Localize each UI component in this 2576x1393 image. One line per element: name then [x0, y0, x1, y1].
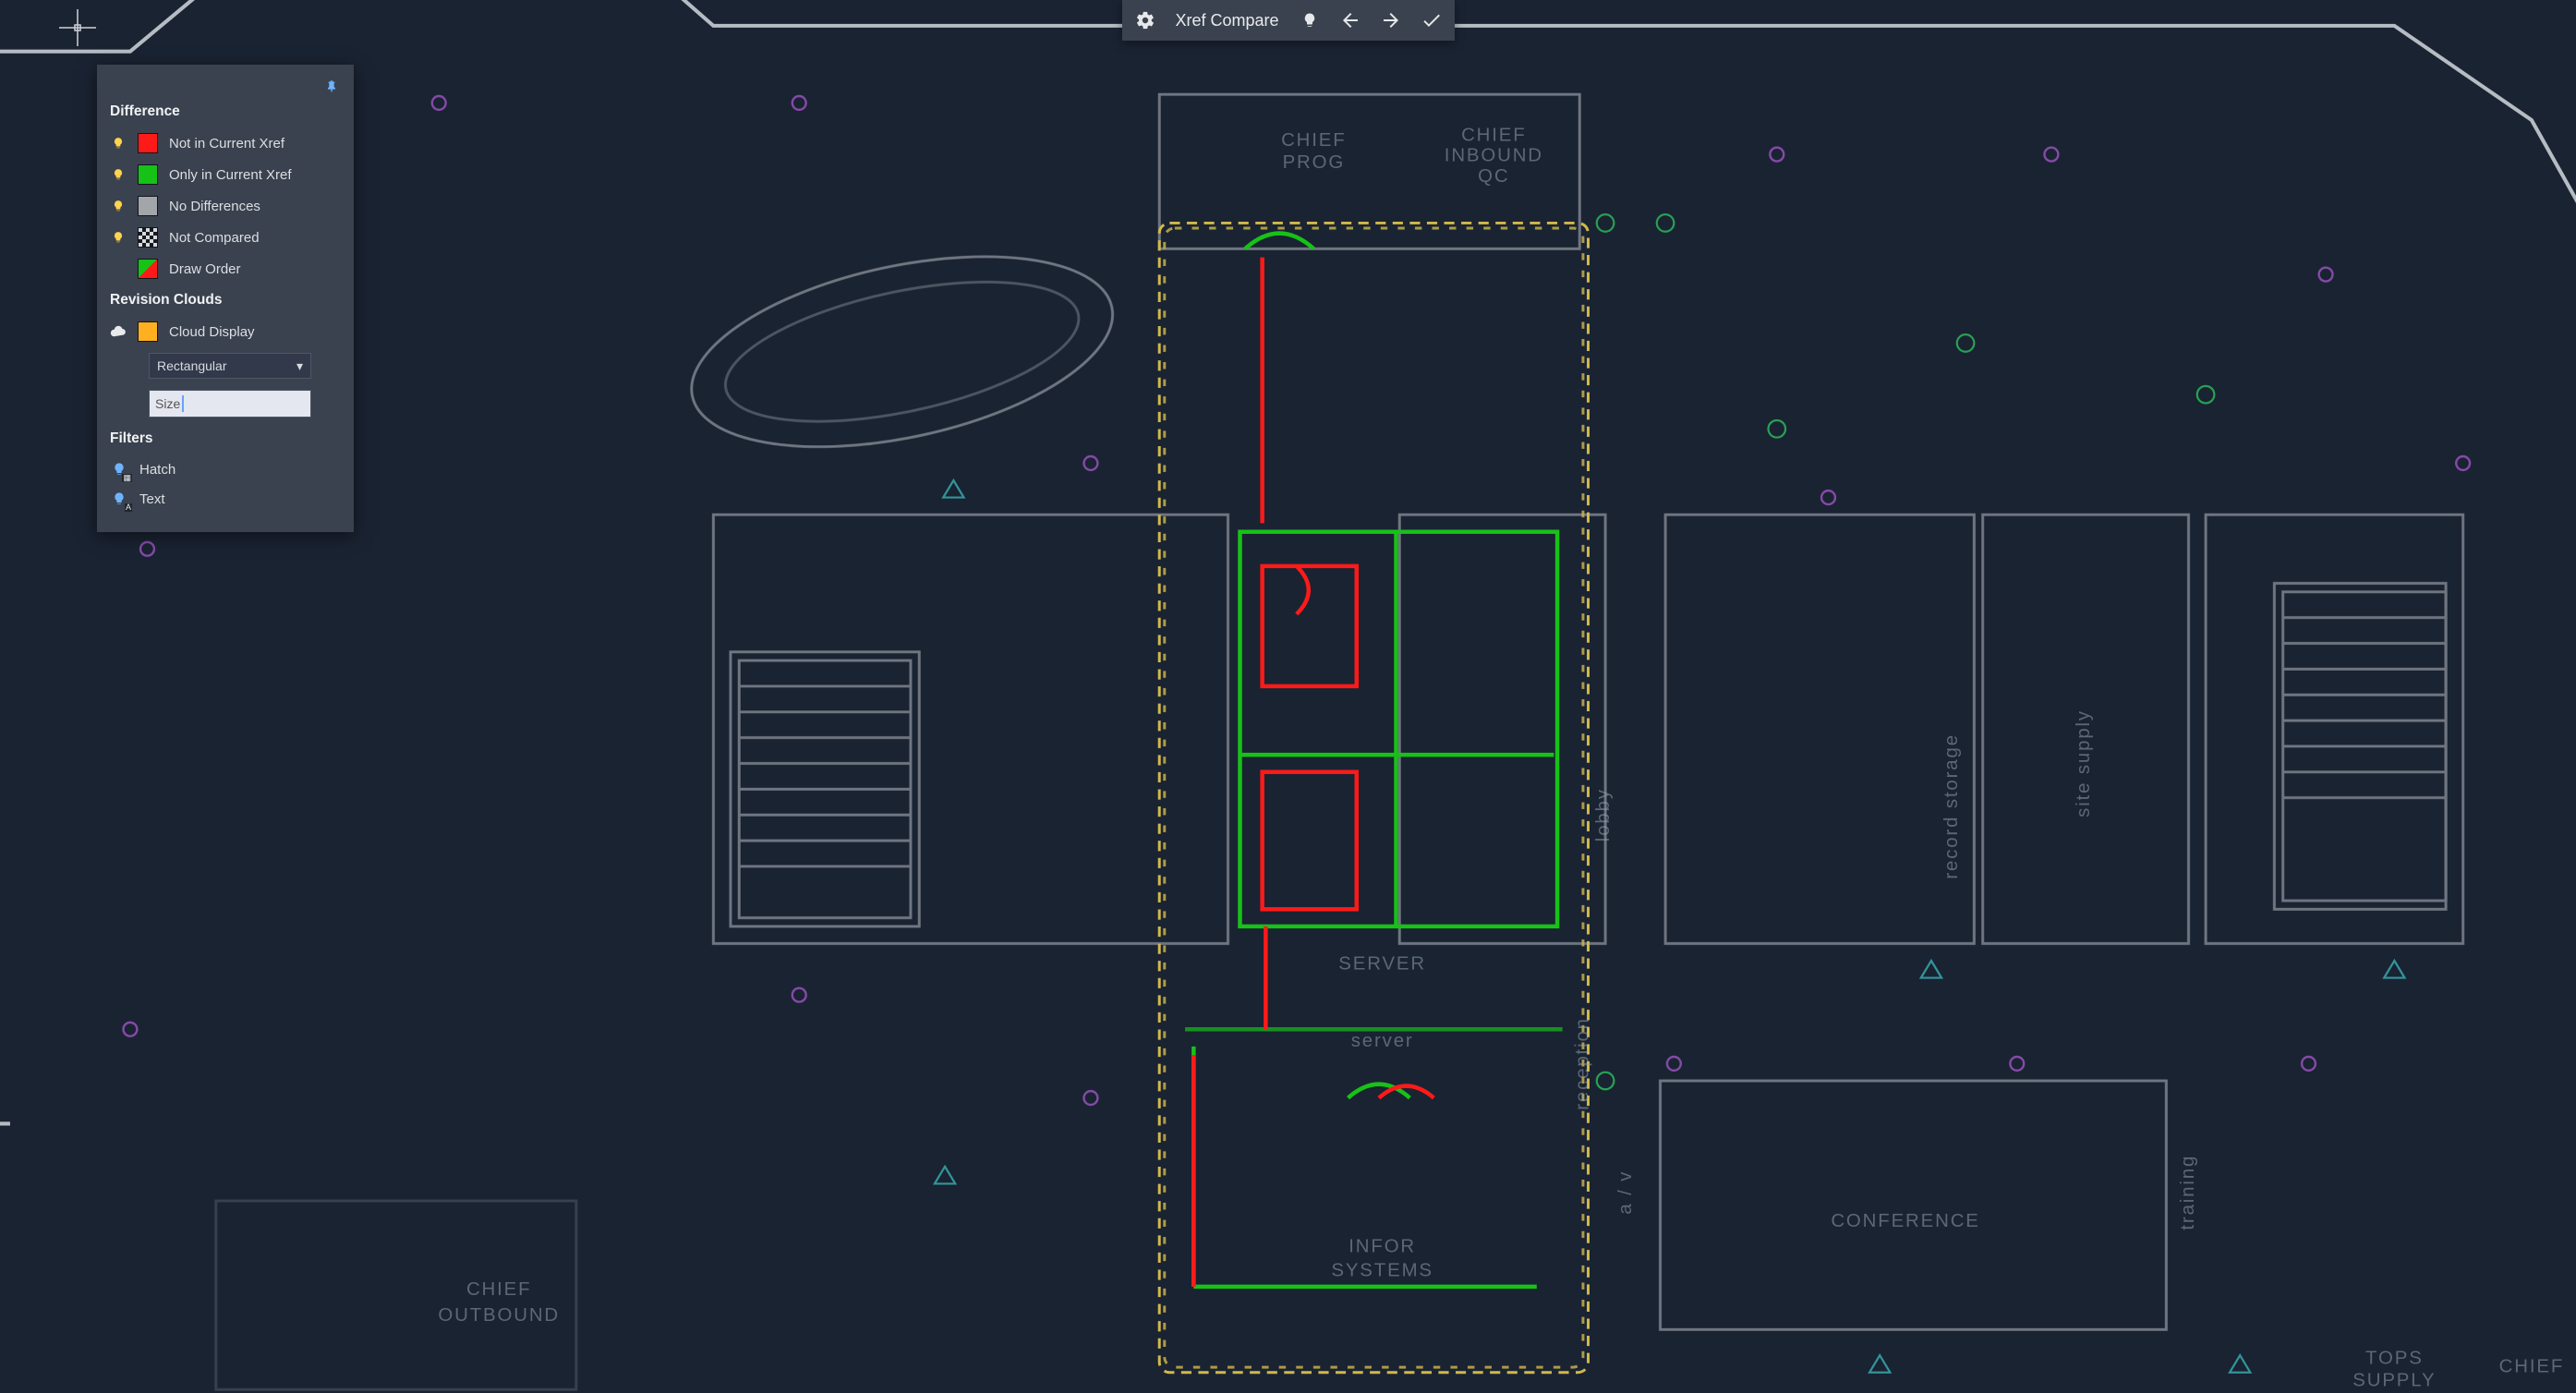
pushpin-icon[interactable]: [322, 78, 341, 96]
cloud-shape-row: Rectangular ▾: [110, 347, 341, 384]
bulb-icon[interactable]: [110, 198, 127, 214]
legend-label: Not in Current Xref: [169, 136, 284, 151]
bulb-icon[interactable]: [110, 135, 127, 151]
drawing-canvas[interactable]: CHIEFPROG CHIEFINBOUNDQC lobby record st…: [0, 0, 2576, 1393]
cloud-display-row[interactable]: Cloud Display: [110, 316, 341, 347]
filter-text[interactable]: A Text: [110, 484, 341, 514]
section-heading-revision-clouds: Revision Clouds: [110, 292, 341, 309]
section-heading-filters: Filters: [110, 430, 341, 447]
text-sub-icon: A: [125, 503, 132, 512]
svg-text:site supply: site supply: [2074, 709, 2094, 818]
xref-compare-toolbar: Xref Compare: [1121, 0, 1454, 41]
svg-text:INBOUND: INBOUND: [1445, 146, 1543, 166]
swatch-gray[interactable]: [138, 196, 158, 216]
svg-text:CHIEF: CHIEF: [2499, 1357, 2565, 1377]
svg-text:record storage: record storage: [1941, 733, 1962, 879]
swatch-green[interactable]: [138, 164, 158, 185]
svg-text:CHIEF: CHIEF: [1461, 125, 1527, 145]
swatch-checker[interactable]: [138, 227, 158, 248]
cloud-display-label: Cloud Display: [169, 324, 255, 340]
next-change-button[interactable]: [1377, 6, 1405, 34]
toggle-visibility-button[interactable]: [1296, 6, 1324, 34]
swatch-yellow[interactable]: [138, 321, 158, 342]
svg-text:TOPS: TOPS: [2365, 1348, 2424, 1368]
svg-text:training: training: [2178, 1155, 2198, 1230]
svg-text:lobby: lobby: [1593, 788, 1614, 842]
compare-settings-panel: Difference Not in Current Xref Only in C…: [97, 65, 354, 532]
cloud-size-row: Size: [110, 384, 341, 423]
previous-change-button[interactable]: [1336, 6, 1364, 34]
cloud-size-input[interactable]: Size: [149, 390, 311, 418]
svg-text:CHIEF: CHIEF: [466, 1279, 532, 1300]
text-caret: [182, 395, 184, 412]
select-value: Rectangular: [157, 358, 227, 373]
svg-text:SYSTEMS: SYSTEMS: [1331, 1261, 1433, 1281]
svg-text:INFOR: INFOR: [1348, 1237, 1416, 1257]
svg-text:reception: reception: [1573, 1017, 1593, 1110]
bulb-text-icon[interactable]: A: [110, 490, 128, 508]
legend-label: Draw Order: [169, 261, 241, 277]
filter-label: Hatch: [139, 462, 175, 478]
svg-text:SUPPLY: SUPPLY: [2352, 1371, 2436, 1391]
legend-not-compared[interactable]: Not Compared: [110, 222, 341, 253]
legend-no-diff[interactable]: No Differences: [110, 190, 341, 222]
legend-draw-order[interactable]: Draw Order: [110, 253, 341, 285]
svg-text:CHIEF: CHIEF: [1281, 130, 1347, 151]
hatch-sub-icon: ▦: [122, 474, 132, 482]
svg-text:OUTBOUND: OUTBOUND: [438, 1305, 560, 1326]
svg-text:PROG: PROG: [1283, 152, 1346, 173]
swatch-red[interactable]: [138, 133, 158, 153]
cloud-toggle-icon[interactable]: [110, 323, 127, 340]
size-label: Size: [155, 396, 180, 411]
swatch-draw-order[interactable]: [138, 259, 158, 279]
legend-label: No Differences: [169, 199, 260, 214]
legend-label: Only in Current Xref: [169, 167, 292, 183]
svg-text:server: server: [1351, 1031, 1414, 1051]
legend-label: Not Compared: [169, 230, 260, 246]
settings-button[interactable]: [1131, 6, 1158, 34]
svg-text:CONFERENCE: CONFERENCE: [1831, 1211, 1979, 1231]
legend-not-in-current[interactable]: Not in Current Xref: [110, 127, 341, 159]
accept-button[interactable]: [1418, 6, 1445, 34]
svg-text:a / v: a / v: [1615, 1170, 1636, 1215]
bulb-icon[interactable]: [110, 166, 127, 183]
bulb-icon[interactable]: [110, 229, 127, 246]
chevron-down-icon: ▾: [296, 358, 303, 374]
svg-text:QC: QC: [1478, 166, 1509, 187]
filter-hatch[interactable]: ▦ Hatch: [110, 454, 341, 484]
toolbar-title: Xref Compare: [1171, 11, 1282, 30]
svg-text:SERVER: SERVER: [1338, 953, 1426, 974]
filter-label: Text: [139, 491, 165, 507]
bulb-hatch-icon[interactable]: ▦: [110, 460, 128, 478]
legend-only-in-current[interactable]: Only in Current Xref: [110, 159, 341, 190]
ucs-crosshair-icon: [59, 9, 96, 46]
section-heading-difference: Difference: [110, 103, 341, 120]
cloud-shape-select[interactable]: Rectangular ▾: [149, 353, 311, 379]
